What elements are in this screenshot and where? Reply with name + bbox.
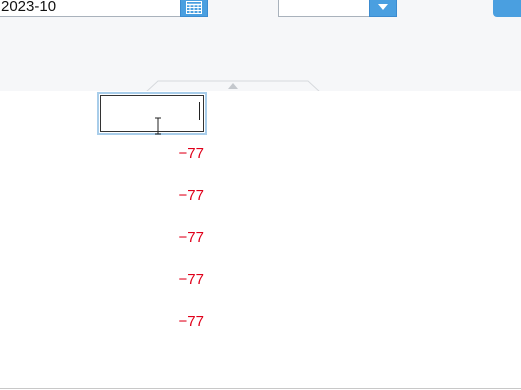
value-cell[interactable]: −77 [97, 187, 204, 205]
value-cell[interactable]: −77 [97, 313, 204, 331]
value-cell[interactable]: −77 [97, 271, 204, 289]
date-input[interactable]: 2023-10 [0, 0, 181, 17]
collapse-toggle[interactable] [145, 79, 321, 93]
divider [0, 388, 521, 389]
text-caret [199, 102, 200, 120]
chevron-down-icon [378, 4, 388, 10]
data-grid [0, 91, 521, 388]
dropdown-button[interactable] [369, 0, 397, 17]
toolbar: 2023-10 [0, 0, 521, 93]
action-button[interactable] [493, 0, 521, 17]
value-cell[interactable]: −77 [97, 229, 204, 247]
select-input[interactable] [278, 0, 370, 17]
cell-editor[interactable] [97, 92, 207, 135]
calendar-icon [186, 0, 202, 14]
value-cell[interactable]: −77 [97, 145, 204, 163]
calendar-button[interactable] [180, 0, 208, 17]
cell-editor-input[interactable] [100, 95, 204, 132]
ibeam-cursor-icon [155, 117, 161, 135]
